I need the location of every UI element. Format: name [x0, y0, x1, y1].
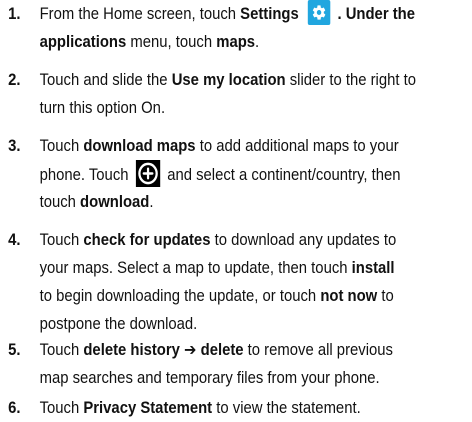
bold-term: download maps: [83, 137, 196, 155]
arrow-symbol: ➔: [179, 341, 201, 359]
text: postpone the download.: [39, 315, 198, 333]
bold-term: not now: [320, 287, 378, 305]
text: .: [149, 193, 154, 211]
text: menu, touch: [126, 33, 217, 51]
step-line: postpone the download.: [40, 310, 198, 338]
bold-term: check for updates: [83, 231, 211, 249]
step-line: Touch delete history ➔ delete to remove …: [40, 336, 393, 364]
text: and select a continent/country, then: [167, 166, 401, 184]
text: .: [255, 33, 260, 51]
text: Touch: [39, 399, 84, 417]
step-line: Touch download maps to add additional ma…: [40, 132, 399, 160]
step-line: touch download.: [40, 188, 154, 216]
text: Touch: [39, 231, 84, 249]
text: turn this option On.: [39, 99, 166, 117]
instruction-list: 1. From the Home screen, touch Settings.…: [0, 0, 472, 422]
step-line: phone. Touch and select a continent/count…: [40, 160, 401, 189]
bold-term: Use my location: [171, 71, 286, 89]
step-line: your maps. Select a map to update, then …: [40, 254, 395, 282]
text: From the Home screen, touch: [39, 5, 241, 23]
step-line: turn this option On.: [40, 94, 165, 122]
text: phone. Touch: [39, 166, 129, 184]
step-line: From the Home screen, touch Settings . Un…: [40, 0, 415, 28]
bold-term: delete: [200, 341, 244, 359]
bold-term: Privacy Statement: [83, 399, 213, 417]
step-number: 5.: [8, 341, 21, 359]
step-line: applications menu, touch maps.: [40, 28, 260, 56]
step-line: map searches and temporary files from yo…: [40, 364, 380, 392]
bold-term: maps: [216, 33, 256, 51]
text: Touch and slide the: [39, 71, 172, 89]
bold-term: applications: [39, 33, 127, 51]
step-line: Touch and slide the Use my location slid…: [40, 66, 416, 94]
text: to remove all previous: [243, 341, 393, 359]
bold-term: install: [351, 259, 395, 277]
step-line: Touch Privacy Statement to view the stat…: [40, 394, 361, 422]
text: . Under the: [337, 5, 416, 23]
step-number: 1.: [8, 5, 21, 23]
text: map searches and temporary files from yo…: [39, 369, 380, 387]
bold-term: delete history: [83, 341, 180, 359]
gear-icon: [307, 0, 331, 25]
bold-term: download: [80, 193, 150, 211]
text: to download any updates to: [210, 231, 397, 249]
text: to begin downloading the update, or touc…: [39, 287, 321, 305]
step-number: 6.: [8, 399, 21, 417]
text: your maps. Select a map to update, then …: [39, 259, 352, 277]
add-circle-icon: [135, 160, 161, 187]
text: to add additional maps to your: [195, 137, 399, 155]
step-line: to begin downloading the update, or touc…: [40, 282, 394, 310]
step-line: Touch check for updates to download any …: [40, 226, 397, 254]
text: to view the statement.: [212, 399, 361, 417]
step-number: 4.: [8, 231, 21, 249]
step-number: 3.: [8, 137, 21, 155]
text: slider to the right to: [285, 71, 417, 89]
text: to: [377, 287, 394, 305]
text: Touch: [39, 341, 84, 359]
text: Touch: [39, 137, 84, 155]
bold-term: Settings: [240, 5, 299, 23]
step-number: 2.: [8, 71, 21, 89]
text: touch: [39, 193, 81, 211]
